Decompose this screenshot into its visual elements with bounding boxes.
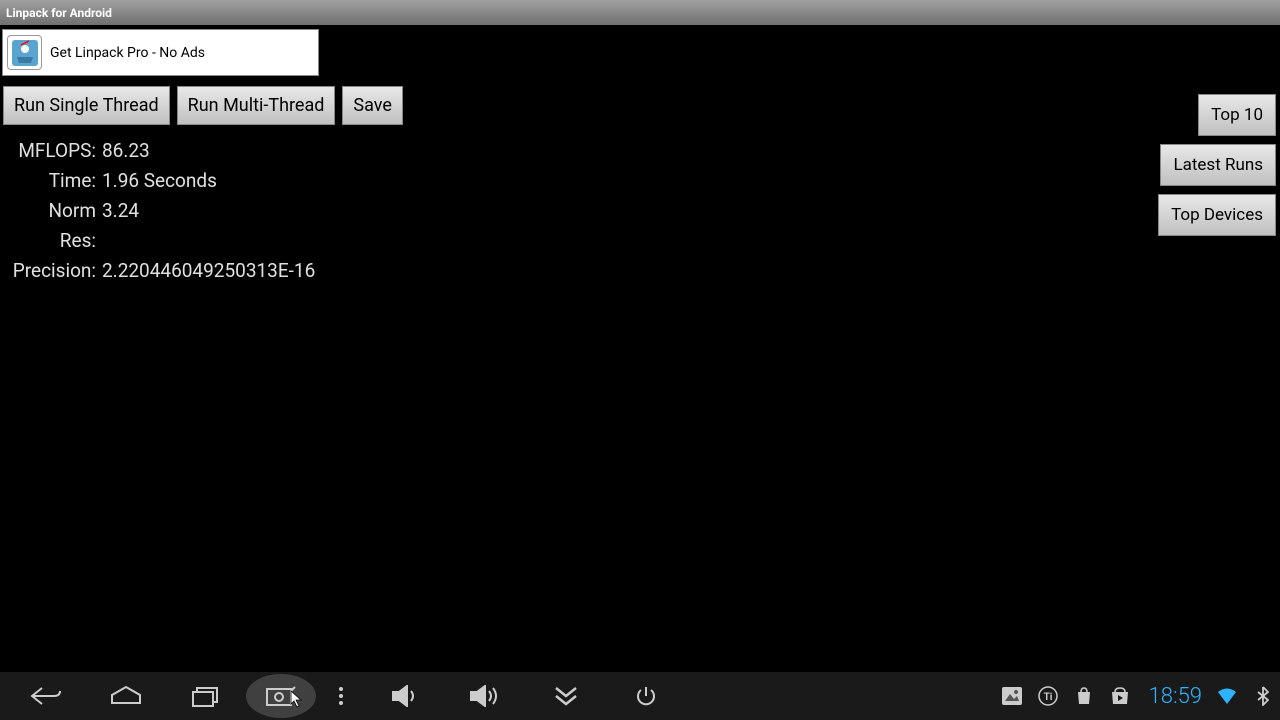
ad-text: Get Linpack Pro - No Ads [50,45,205,61]
gallery-notification-icon [1001,685,1023,707]
recent-apps-icon[interactable] [166,672,246,720]
normres-value: 3.24 [102,196,139,256]
top-devices-button[interactable]: Top Devices [1158,194,1276,236]
play-store-icon [1109,685,1131,707]
latest-runs-button[interactable]: Latest Runs [1160,144,1276,186]
clock-text: 18:59 [1149,684,1202,709]
back-icon[interactable] [6,672,86,720]
app-title: Linpack for Android [6,6,112,20]
volume-down-icon[interactable] [366,672,446,720]
run-single-thread-button[interactable]: Run Single Thread [3,86,170,125]
normres-label: Norm Res: [10,196,96,256]
menu-icon[interactable] [316,672,366,720]
status-bar[interactable]: Ti 18:59 [1001,684,1274,709]
home-icon[interactable] [86,672,166,720]
result-row-normres: Norm Res: 3.24 [10,196,315,256]
precision-label: Precision: [10,256,96,286]
volume-up-icon[interactable] [446,672,526,720]
result-row-precision: Precision: 2.220446049250313E-16 [10,256,315,286]
mflops-value: 86.23 [102,136,150,166]
right-button-column: Top 10 Latest Runs Top Devices [1158,94,1276,236]
time-value: 1.96 Seconds [102,166,217,196]
ad-banner[interactable]: Get Linpack Pro - No Ads [2,29,319,76]
result-row-time: Time: 1.96 Seconds [10,166,315,196]
wifi-icon [1216,685,1238,707]
precision-value: 2.220446049250313E-16 [102,256,315,286]
linpack-pro-icon [7,35,42,70]
main-button-row: Run Single Thread Run Multi-Thread Save [3,86,403,125]
screenshot-icon[interactable] [246,674,316,718]
time-label: Time: [10,166,96,196]
result-row-mflops: MFLOPS: 86.23 [10,136,315,166]
save-button[interactable]: Save [342,86,403,125]
top-10-button[interactable]: Top 10 [1198,94,1276,136]
app-notification-icon: Ti [1037,685,1059,707]
nav-left [6,672,686,720]
app-title-bar: Linpack for Android [0,0,1280,25]
shopping-bag-icon [1073,685,1095,707]
mflops-label: MFLOPS: [10,136,96,166]
run-multi-thread-button[interactable]: Run Multi-Thread [177,86,336,125]
results-panel: MFLOPS: 86.23 Time: 1.96 Seconds Norm Re… [10,136,315,286]
collapse-icon[interactable] [526,672,606,720]
bluetooth-icon [1252,685,1274,707]
power-icon[interactable] [606,672,686,720]
svg-text:Ti: Ti [1043,692,1052,703]
android-nav-bar: Ti 18:59 [0,672,1280,720]
